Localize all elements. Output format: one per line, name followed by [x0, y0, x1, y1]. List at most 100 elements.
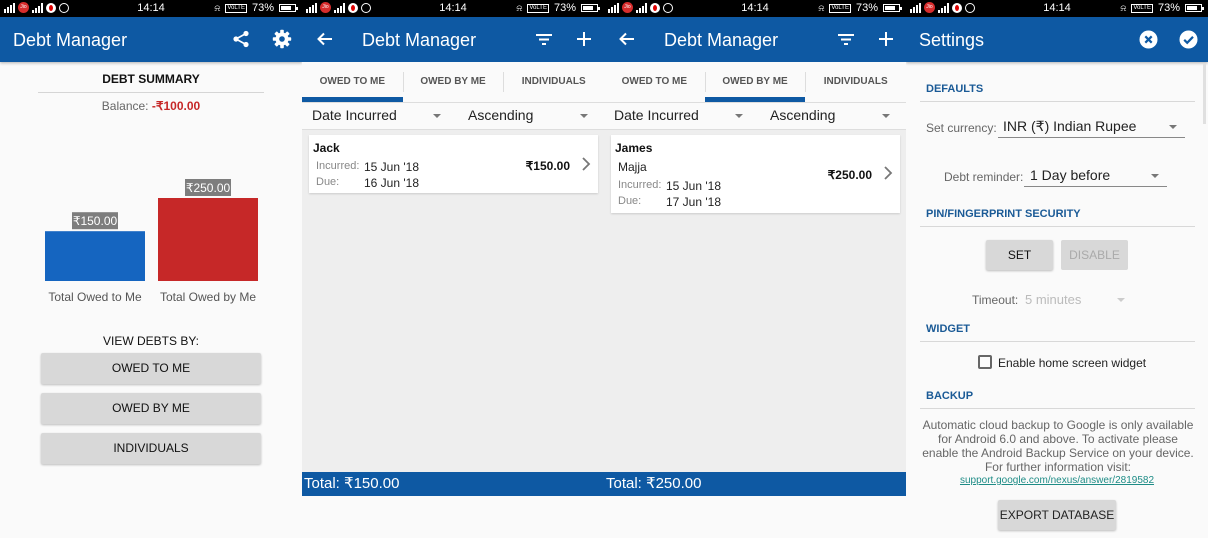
- sort-field-dropdown[interactable]: Date Incurred: [312, 107, 397, 123]
- status-bar: Jio 14:14 ⍾ VoLTE 73%: [604, 0, 906, 17]
- status-icons-right: ⍾ VoLTE 73%: [1120, 2, 1204, 14]
- app-title: Debt Manager: [13, 30, 128, 50]
- gear-icon[interactable]: [271, 28, 293, 50]
- sort-field-dropdown[interactable]: Date Incurred: [614, 107, 699, 123]
- backup-info-text: Automatic cloud backup to Google is only…: [922, 418, 1194, 474]
- tab-individuals[interactable]: INDIVIDUALS: [805, 62, 906, 102]
- divider: [920, 226, 1195, 227]
- bar-value-label: ₹250.00: [186, 181, 231, 195]
- add-icon[interactable]: [573, 28, 595, 50]
- due-date: 17 Jun '18: [666, 195, 722, 209]
- filter-icon[interactable]: [835, 28, 857, 50]
- divider: [38, 92, 264, 93]
- volte-icon: VoLTE: [829, 3, 851, 13]
- divider: [920, 101, 1195, 102]
- debt-note: Majja: [618, 160, 647, 174]
- status-icons-right: ⍾ VoLTE 73%: [516, 2, 600, 14]
- creditor-name: James: [615, 141, 653, 155]
- caret-down-icon[interactable]: [580, 114, 588, 118]
- currency-value: INR (₹) Indian Rupee: [1003, 118, 1137, 134]
- caret-down-icon[interactable]: [882, 114, 890, 118]
- bar-owed-by-me: [158, 198, 258, 281]
- tab-owed-to-me[interactable]: OWED TO ME: [604, 62, 705, 102]
- app-bar: Debt Manager: [302, 17, 604, 62]
- status-bar: Jio 14:14 ⍾ VoLTE 73%: [302, 0, 604, 17]
- status-bar: Jio 14:14 ⍾ VoLTE 73%: [0, 0, 302, 17]
- divider: [920, 341, 1195, 342]
- back-arrow-icon[interactable]: [314, 28, 336, 50]
- back-arrow-icon[interactable]: [616, 28, 638, 50]
- reminder-label: Debt reminder:: [944, 170, 1024, 184]
- alarm-off-icon: ⍾: [818, 2, 825, 13]
- tab-owed-by-me[interactable]: OWED BY ME: [402, 62, 504, 102]
- backup-help-link[interactable]: support.google.com/nexus/answer/2819582: [906, 475, 1208, 486]
- app-title: Debt Manager: [362, 30, 477, 50]
- widget-checkbox-label: Enable home screen widget: [998, 356, 1147, 370]
- debt-list: James Majja Incurred: 15 Jun '18 Due: 17…: [604, 130, 906, 472]
- chevron-right-icon: [582, 157, 591, 171]
- tab-owed-to-me[interactable]: OWED TO ME: [302, 62, 403, 102]
- app-bar: Debt Manager: [604, 17, 906, 62]
- filter-icon[interactable]: [533, 28, 555, 50]
- tab-owed-by-me[interactable]: OWED BY ME: [704, 62, 806, 102]
- individuals-button[interactable]: INDIVIDUALS: [41, 433, 261, 464]
- total-bar: Total: ₹150.00: [302, 472, 604, 496]
- app-title: Debt Manager: [664, 30, 779, 50]
- bar-value-label: ₹150.00: [73, 214, 118, 228]
- battery-percent: 73%: [855, 2, 878, 14]
- view-debts-by-label: VIEW DEBTS BY:: [102, 334, 200, 348]
- add-icon[interactable]: [875, 28, 897, 50]
- debt-list-item[interactable]: Jack Incurred: 15 Jun '18 Due: 16 Jun '1…: [309, 135, 598, 193]
- currency-dropdown[interactable]: INR (₹) Indian Rupee: [998, 118, 1185, 138]
- incurred-date: 15 Jun '18: [364, 160, 420, 174]
- scrollbar[interactable]: [1203, 64, 1206, 124]
- due-label: Due:: [316, 176, 340, 188]
- caret-down-icon: [1117, 298, 1125, 302]
- battery-icon: [279, 4, 298, 12]
- reminder-dropdown[interactable]: 1 Day before: [1024, 167, 1167, 187]
- status-icons-right: ⍾ VoLTE 73%: [818, 2, 902, 14]
- set-pin-button[interactable]: SET: [986, 240, 1053, 270]
- debt-list-item[interactable]: James Majja Incurred: 15 Jun '18 Due: 17…: [611, 135, 900, 213]
- debt-amount: ₹250.00: [827, 168, 872, 182]
- share-icon[interactable]: [230, 28, 252, 50]
- timeout-dropdown[interactable]: 5 minutes: [1025, 292, 1081, 307]
- due-label: Due:: [618, 195, 642, 207]
- caret-down-icon: [1169, 125, 1177, 129]
- settings-screen: Jio 14:14 ⍾ VoLTE 73% Settings DEFAULTS: [906, 0, 1208, 538]
- export-database-button[interactable]: EXPORT DATABASE: [998, 500, 1116, 530]
- owed-to-me-button[interactable]: OWED TO ME: [41, 353, 261, 384]
- caret-down-icon[interactable]: [433, 114, 441, 118]
- battery-percent: 73%: [1157, 2, 1180, 14]
- widget-checkbox[interactable]: [978, 355, 992, 369]
- widget-section-title: WIDGET: [926, 323, 970, 335]
- total-bar: Total: ₹250.00: [604, 472, 906, 496]
- category-label: Total Owed by Me: [160, 290, 256, 304]
- alarm-off-icon: ⍾: [214, 2, 221, 13]
- tab-individuals[interactable]: INDIVIDUALS: [503, 62, 604, 102]
- balance-value: -₹100.00: [151, 99, 201, 113]
- sort-order-dropdown[interactable]: Ascending: [770, 107, 835, 123]
- tab-bar: OWED TO ME OWED BY ME INDIVIDUALS: [604, 62, 906, 102]
- security-section-title: PIN/FINGERPRINT SECURITY: [926, 208, 1081, 220]
- divider: [920, 408, 1195, 409]
- battery-percent: 73%: [553, 2, 576, 14]
- currency-label: Set currency:: [926, 121, 997, 135]
- owed-by-me-button[interactable]: OWED BY ME: [41, 393, 261, 424]
- debt-summary-heading: DEBT SUMMARY: [102, 72, 200, 86]
- volte-icon: VoLTE: [225, 3, 247, 13]
- close-icon[interactable]: [1137, 28, 1159, 50]
- owed-by-me-screen: Jio 14:14 ⍾ VoLTE 73% Debt Manager OWED …: [604, 0, 906, 538]
- timeout-label: Timeout:: [972, 293, 1019, 307]
- debtor-name: Jack: [313, 141, 340, 155]
- battery-percent: 73%: [251, 2, 274, 14]
- defaults-section-title: DEFAULTS: [926, 83, 984, 95]
- settings-title: Settings: [919, 30, 985, 50]
- disable-pin-button[interactable]: DISABLE: [1061, 240, 1128, 270]
- confirm-check-icon[interactable]: [1177, 28, 1199, 50]
- sort-order-dropdown[interactable]: Ascending: [468, 107, 533, 123]
- debt-list: Jack Incurred: 15 Jun '18 Due: 16 Jun '1…: [302, 130, 604, 472]
- caret-down-icon: [1151, 174, 1159, 178]
- caret-down-icon[interactable]: [735, 114, 743, 118]
- volte-icon: VoLTE: [1131, 3, 1153, 13]
